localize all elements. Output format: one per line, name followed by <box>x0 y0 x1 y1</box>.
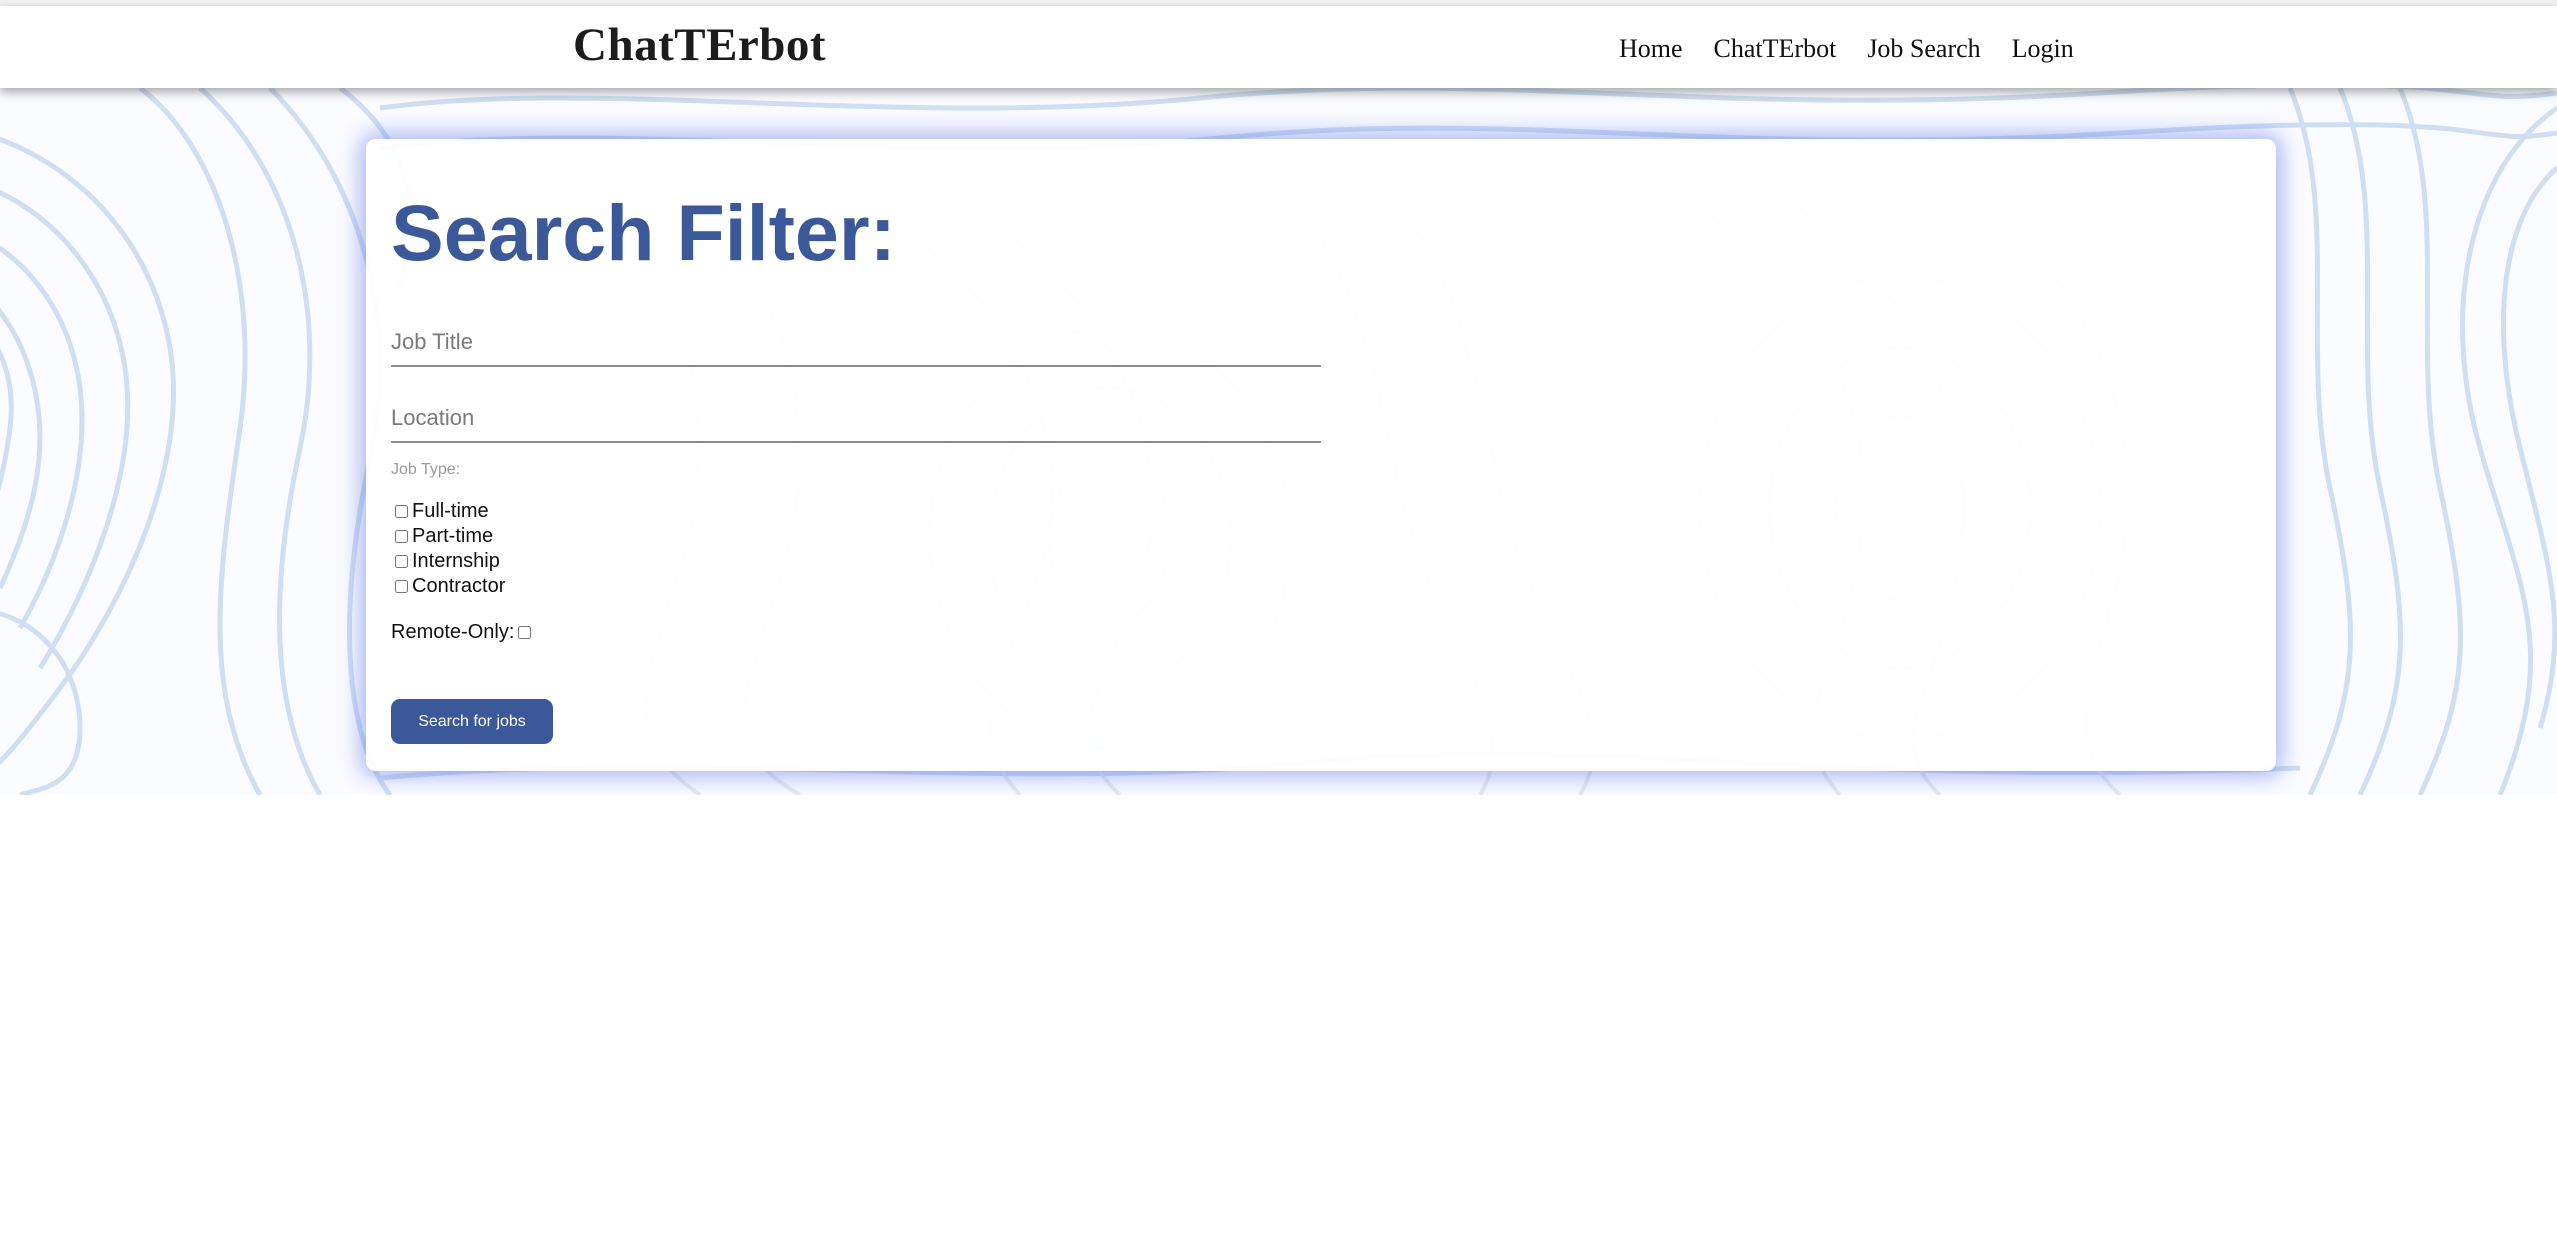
nav-links: Home ChatTErbot Job Search Login <box>1619 34 2074 64</box>
full-time-label: Full-time <box>412 500 489 522</box>
nav-link-home[interactable]: Home <box>1619 34 1683 64</box>
brand-logo[interactable]: ChatTErbot <box>573 22 826 69</box>
job-type-options: Full-time Part-time Internship Contracto… <box>391 499 505 599</box>
job-title-input[interactable] <box>391 319 1321 367</box>
job-type-option[interactable]: Full-time <box>391 499 505 524</box>
job-type-option[interactable]: Contractor <box>391 574 505 599</box>
navbar: ChatTErbot Home ChatTErbot Job Search Lo… <box>0 6 2557 88</box>
nav-link-chatterbot[interactable]: ChatTErbot <box>1714 34 1837 64</box>
remote-only-option[interactable]: Remote-Only: <box>391 621 532 644</box>
job-type-option[interactable]: Part-time <box>391 524 505 549</box>
contractor-label: Contractor <box>412 575 506 597</box>
job-type-option[interactable]: Internship <box>391 549 505 574</box>
search-filter-card: Search Filter: Job Type: Full-time Part-… <box>366 139 2276 771</box>
part-time-label: Part-time <box>412 525 494 547</box>
remote-only-label: Remote-Only: <box>391 621 515 643</box>
remote-only-checkbox[interactable] <box>518 626 532 639</box>
job-type-label: Job Type: <box>391 461 461 478</box>
nav-link-login[interactable]: Login <box>2012 34 2074 64</box>
part-time-checkbox[interactable] <box>395 530 408 543</box>
contractor-checkbox[interactable] <box>395 580 408 593</box>
full-time-checkbox[interactable] <box>395 505 408 518</box>
internship-checkbox[interactable] <box>395 555 408 568</box>
internship-label: Internship <box>412 550 500 572</box>
nav-link-job-search[interactable]: Job Search <box>1867 34 1980 64</box>
search-for-jobs-button[interactable]: Search for jobs <box>391 699 553 744</box>
location-input[interactable] <box>391 395 1321 443</box>
page-title: Search Filter: <box>391 188 896 277</box>
